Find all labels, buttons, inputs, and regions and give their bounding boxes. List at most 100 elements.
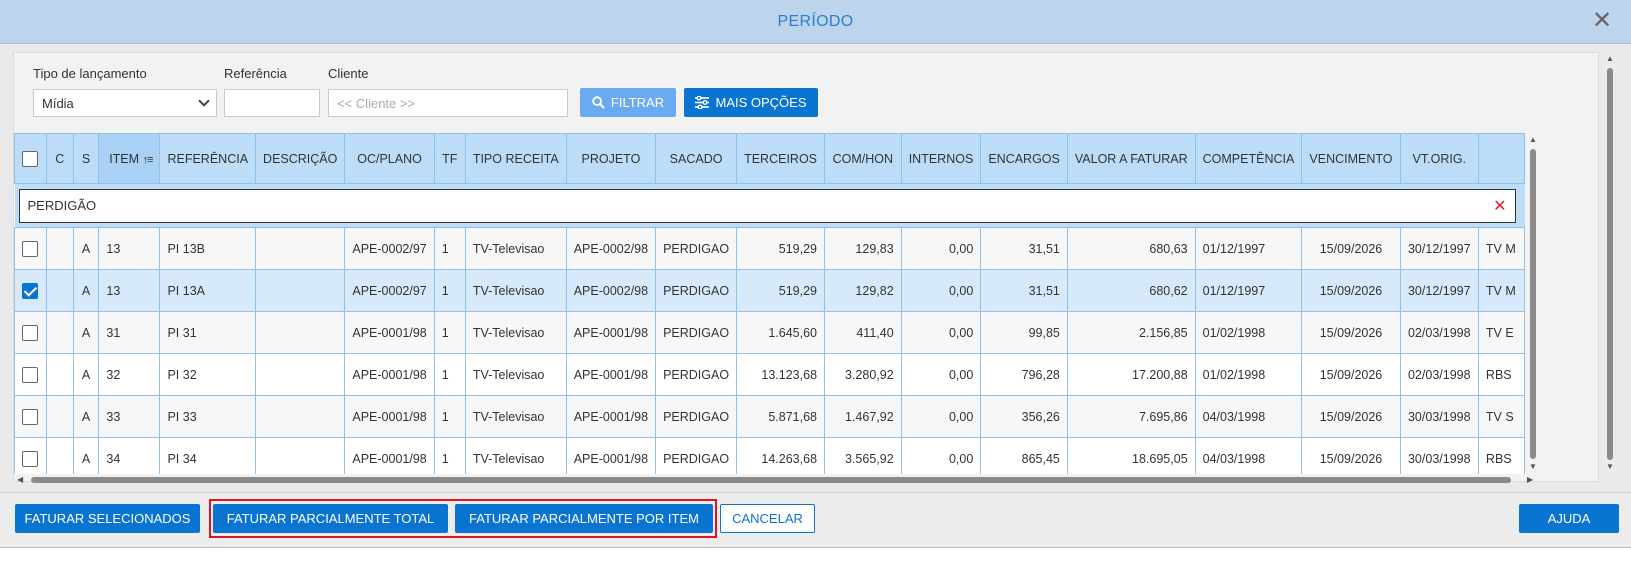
cell-competencia: 01/12/1997: [1194, 227, 1303, 270]
cancelar-button[interactable]: CANCELAR: [720, 504, 815, 533]
header-extra[interactable]: [1477, 133, 1525, 184]
faturar-parcialmente-por-item-button[interactable]: FATURAR PARCIALMENTE POR ITEM: [455, 504, 713, 533]
content-panel: Tipo de lançamento Mídia Referência Clie…: [13, 52, 1599, 485]
row-checkbox-cell[interactable]: [14, 437, 47, 474]
grid-horizontal-scrollbar[interactable]: ◀ ▶: [14, 475, 1539, 485]
cell-internos: 0,00: [900, 269, 982, 312]
tipo-lancamento-select[interactable]: Mídia: [33, 89, 217, 117]
header-valor-a-faturar[interactable]: VALOR A FATURAR: [1066, 133, 1196, 184]
header-vencimento[interactable]: VENCIMENTO: [1301, 133, 1401, 184]
grid-hscroll-thumb[interactable]: [31, 477, 1511, 483]
header-descricao[interactable]: DESCRIÇÃO: [255, 133, 346, 184]
table-row[interactable]: A 32 PI 32 APE-0001/98 1 TV-Televisao APE-0001…: [14, 353, 1525, 396]
header-select-all[interactable]: [14, 133, 47, 184]
header-encargos[interactable]: ENCARGOS: [980, 133, 1068, 184]
dialog-vscroll-thumb[interactable]: [1607, 68, 1613, 460]
cell-competencia: 04/03/1998: [1194, 437, 1303, 474]
grid-vscroll-thumb[interactable]: [1530, 149, 1536, 459]
sliders-icon: [695, 96, 710, 109]
dialog-vertical-scrollbar[interactable]: ▲ ▼: [1603, 52, 1617, 472]
cell-encargos: 356,26: [980, 395, 1068, 438]
scroll-down-arrow-icon[interactable]: ▼: [1529, 462, 1537, 471]
cliente-input[interactable]: << Cliente >>: [328, 89, 568, 117]
scroll-right-arrow-icon[interactable]: ▶: [1527, 475, 1533, 484]
cell-terceiros: 1.645,60: [736, 311, 826, 354]
grid-vertical-scrollbar[interactable]: ▲ ▼: [1527, 135, 1539, 474]
cell-encargos: 31,51: [980, 269, 1068, 312]
cell-vencimento: 15/09/2026: [1301, 269, 1401, 312]
cell-descricao: [255, 353, 346, 396]
row-checkbox-cell[interactable]: [14, 353, 47, 396]
header-tipo-receita[interactable]: TIPO RECEITA: [464, 133, 567, 184]
cell-tf: 1: [433, 227, 466, 270]
row-checkbox[interactable]: [22, 408, 38, 425]
cell-projeto: APE-0001/98: [565, 353, 657, 396]
header-competencia[interactable]: COMPETÊNCIA: [1194, 133, 1303, 184]
search-icon: [592, 96, 605, 109]
cell-s: A: [72, 395, 100, 438]
header-com-hon[interactable]: COM/HON: [824, 133, 902, 184]
row-checkbox-cell[interactable]: [14, 395, 47, 438]
scroll-left-arrow-icon[interactable]: ◀: [17, 475, 23, 484]
row-checkbox[interactable]: [22, 450, 38, 467]
row-checkbox[interactable]: [22, 240, 38, 257]
clear-x-icon[interactable]: ✕: [1493, 196, 1506, 216]
row-checkbox[interactable]: [22, 366, 38, 383]
header-oc-plano[interactable]: OC/PLANO: [344, 133, 435, 184]
cell-sacado: PERDIGAO: [655, 227, 738, 270]
ajuda-button[interactable]: AJUDA: [1519, 504, 1619, 533]
header-vt-orig[interactable]: VT.ORIG.: [1399, 133, 1479, 184]
outer-scroll-down-arrow-icon[interactable]: ▼: [1606, 462, 1614, 471]
header-internos[interactable]: INTERNOS: [900, 133, 982, 184]
header-projeto[interactable]: PROJETO: [565, 133, 657, 184]
cell-tipo-receita: TV-Televisao: [464, 353, 567, 396]
header-terceiros[interactable]: TERCEIROS: [736, 133, 826, 184]
table-row[interactable]: A 13 PI 13A APE-0002/97 1 TV-Televisao APE-000…: [14, 269, 1525, 312]
header-c[interactable]: C: [45, 133, 74, 184]
cell-tipo-receita: TV-Televisao: [464, 395, 567, 438]
cell-tf: 1: [433, 395, 466, 438]
filter-bar: Tipo de lançamento Mídia Referência Clie…: [14, 53, 1598, 133]
dialog-titlebar: PERÍODO ✕: [0, 0, 1631, 44]
row-checkbox-cell[interactable]: [14, 227, 47, 270]
cell-referencia: PI 34: [159, 437, 257, 474]
cell-oc-plano: APE-0001/98: [344, 311, 435, 354]
table-row[interactable]: A 33 PI 33 APE-0001/98 1 TV-Televisao APE-0001…: [14, 395, 1525, 438]
more-options-button[interactable]: MAIS OPÇÕES: [684, 88, 818, 117]
row-checkbox-cell[interactable]: [14, 269, 47, 312]
cell-s: A: [72, 437, 100, 474]
cell-internos: 0,00: [900, 311, 982, 354]
header-referencia[interactable]: REFERÊNCIA: [159, 133, 257, 184]
cell-vt-orig: 02/03/1998: [1399, 353, 1479, 396]
filter-button[interactable]: FILTRAR: [580, 88, 676, 117]
cell-projeto: APE-0001/98: [565, 437, 657, 474]
referencia-input[interactable]: [224, 89, 320, 117]
referencia-label: Referência: [224, 66, 287, 81]
row-checkbox-cell[interactable]: [14, 311, 47, 354]
row-checkbox[interactable]: [22, 324, 38, 341]
grid-search-value: PERDIGÃO: [27, 198, 97, 213]
scroll-up-arrow-icon[interactable]: ▲: [1529, 135, 1537, 144]
filter-button-label: FILTRAR: [610, 95, 665, 110]
cell-internos: 0,00: [900, 437, 982, 474]
cell-oc-plano: APE-0001/98: [344, 353, 435, 396]
table-row[interactable]: A 13 PI 13B APE-0002/97 1 TV-Televisao APE-000…: [14, 227, 1525, 270]
cell-extra: TV E: [1477, 311, 1525, 354]
cell-internos: 0,00: [900, 227, 982, 270]
close-icon[interactable]: ✕: [1591, 9, 1613, 33]
faturar-selecionados-button[interactable]: FATURAR SELECIONADOS: [15, 504, 200, 533]
table-row[interactable]: A 34 PI 34 APE-0001/98 1 TV-Televisao APE-0001…: [14, 437, 1525, 474]
cell-oc-plano: APE-0001/98: [344, 395, 435, 438]
table-row[interactable]: A 31 PI 31 APE-0001/98 1 TV-Televisao APE-0001…: [14, 311, 1525, 354]
header-item[interactable]: ITEM ↑≡: [98, 133, 161, 184]
cell-item: 13: [98, 269, 161, 312]
row-checkbox[interactable]: [22, 282, 38, 299]
faturar-parcialmente-total-button[interactable]: FATURAR PARCIALMENTE TOTAL: [213, 504, 448, 533]
outer-scroll-up-arrow-icon[interactable]: ▲: [1606, 54, 1614, 63]
grid-search-input[interactable]: PERDIGÃO ✕: [18, 188, 1516, 223]
cell-sacado: PERDIGAO: [655, 311, 738, 354]
header-sacado[interactable]: SACADO: [655, 133, 738, 184]
header-s[interactable]: S: [72, 133, 100, 184]
select-all-checkbox[interactable]: [22, 150, 39, 167]
header-tf[interactable]: TF: [433, 133, 466, 184]
